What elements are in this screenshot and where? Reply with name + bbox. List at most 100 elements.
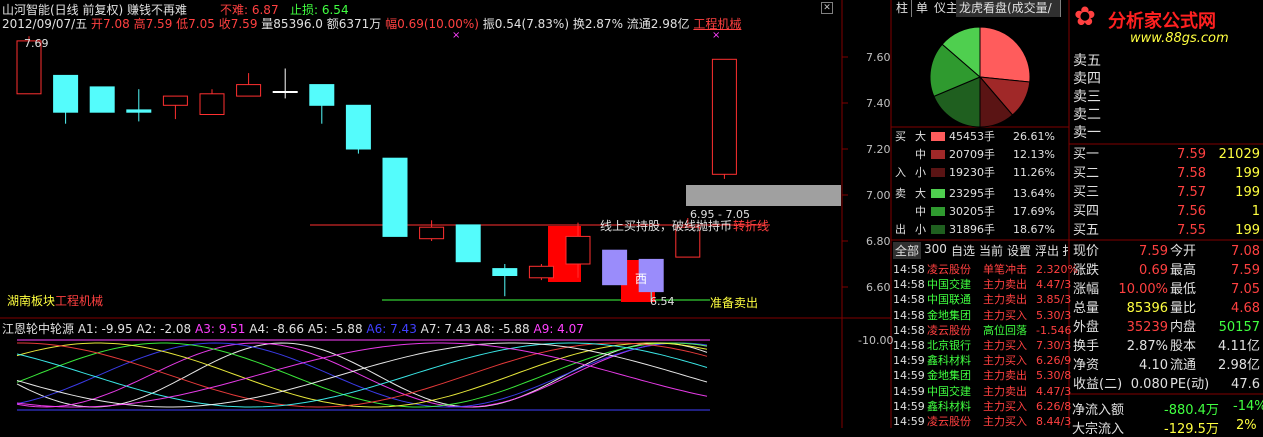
ticker-row[interactable]: 14:59 中国交建 主力卖出 4.47/3 [893, 384, 1072, 400]
ticker-value: 3.85/3 [1036, 293, 1072, 307]
ask-label: 卖五 [1073, 53, 1101, 69]
bid-price: 7.57 [1177, 185, 1206, 200]
ask-label: 卖二 [1073, 107, 1101, 123]
candle-body [53, 74, 79, 113]
quote-float: 流通2.98亿 [626, 17, 690, 31]
ticker-stock-name: 中国交建 [927, 278, 971, 292]
stat-value: 7.08 [1231, 244, 1260, 259]
volume-size: 大 [915, 130, 926, 143]
volume-side: 卖 [895, 187, 906, 200]
bid-row[interactable]: 买三 7.57 199 [1070, 183, 1263, 202]
candle-body [89, 86, 115, 113]
stat-row: 涨跌 0.69 最高 7.59 [1070, 261, 1263, 280]
net-inflow-pct: -14% [1233, 399, 1263, 414]
ticker-action: 主力卖出 [983, 278, 1027, 292]
indicator-a2: A2: -2.08 [136, 322, 192, 336]
ticker-row[interactable]: 14:59 金地集团 主力卖出 5.30/8 [893, 368, 1071, 384]
bid-row[interactable]: 买四 7.56 1 [1070, 202, 1263, 221]
stat-label: 换手 [1073, 339, 1100, 354]
ticker-tab-float[interactable]: 浮出 [1035, 242, 1059, 259]
sector-label: 湖南板块 [7, 294, 56, 308]
ticker-action: 主力卖出 [983, 369, 1027, 383]
sector-value: 工程机械 [55, 294, 104, 308]
ticker-action: 主力买入 [983, 415, 1027, 428]
candle-body [492, 268, 518, 277]
ticker-stock-name: 鑫科材料 [927, 399, 971, 413]
ticker-tab-current[interactable]: 当前 [979, 242, 1003, 259]
ticker-row[interactable]: 14:59 鑫科材料 主力买入 6.26/8 [893, 399, 1071, 415]
stat-value: 7.05 [1231, 282, 1260, 297]
ticker-stock-name: 北京银行 [927, 339, 971, 352]
ticker-time: 14:58 [893, 293, 925, 307]
net-inflow-label: 净流入额 [1072, 403, 1125, 418]
ticker-tab-settings[interactable]: 设置 [1007, 242, 1031, 259]
bid-label: 买一 [1073, 147, 1100, 162]
bid-volume: 199 [1235, 166, 1260, 181]
close-icon[interactable]: ✕ [821, 2, 833, 14]
stat-value: 47.6 [1231, 377, 1260, 392]
ticker-time: 14:58 [893, 323, 925, 337]
volume-side: 出 [895, 223, 906, 236]
candle-body [528, 265, 554, 279]
ticker-time: 14:58 [893, 278, 925, 292]
bid-row[interactable]: 买二 7.58 199 [1070, 164, 1263, 183]
indicator-wave [16, 342, 708, 408]
ticker-action: 主力买入 [983, 308, 1027, 322]
bid-row[interactable]: 买一 7.59 21029 [1070, 145, 1263, 164]
indicator-a6: A6: 7.43 [366, 322, 417, 336]
ticker-row[interactable]: 14:58 金地集团 主力买入 5.30/3 [893, 308, 1071, 324]
ticker-action: 主力买入 [983, 399, 1027, 413]
price-zone-box [686, 185, 841, 206]
volume-size: 大 [915, 187, 926, 200]
candle-body [419, 226, 445, 240]
volume-size: 小 [915, 223, 926, 236]
bid-row[interactable]: 买五 7.55 199 [1070, 221, 1263, 240]
indicator-a7: A7: 7.43 [420, 322, 472, 336]
ticker-tab-all[interactable]: 全部 [893, 242, 922, 259]
sector-block: 湖南板块工程机械 [7, 292, 103, 309]
ticker-tab-watchlist[interactable]: 自选 [951, 242, 975, 259]
ticker-tab-300[interactable]: 300 [924, 242, 947, 256]
ticker-value: -1.546 [1036, 323, 1072, 337]
bid-volume: 199 [1235, 223, 1260, 238]
candle-body [236, 84, 262, 97]
tab-dragon-tiger[interactable]: 龙虎看盘(成交量/ [956, 0, 1061, 17]
tab-bar-chart[interactable]: 柱 [893, 0, 913, 17]
quote-sector[interactable]: 工程机械 [693, 17, 741, 31]
ticker-row[interactable]: 14:58 凌云股份 单笔冲击 2.320% [893, 262, 1078, 278]
stat-row: 外盘 35239 内盘 50157 [1070, 318, 1263, 337]
quote-change: 幅0.69(10.00%) [385, 17, 479, 31]
ticker-row[interactable]: 14:59 凌云股份 主力买入 8.44/3 [893, 414, 1071, 430]
volume-side: 入 [895, 166, 906, 179]
volume-lots: 23295手 [949, 187, 995, 200]
tab-single[interactable]: 单 [913, 0, 933, 17]
bid-label: 买三 [1073, 185, 1100, 200]
ticker-stock-name: 中国联通 [927, 293, 971, 307]
candle-body [272, 91, 298, 93]
ticker-row[interactable]: 14:59 鑫科材料 主力买入 6.26/9 [893, 353, 1071, 369]
bid-volume: 199 [1235, 185, 1260, 200]
stat-label: 外盘 [1073, 320, 1100, 335]
price-tick: 6.80 [866, 235, 891, 248]
indicator-name: 江恩轮中轮源 [2, 322, 75, 336]
quote-close: 收7.59 [218, 17, 258, 31]
stat-label: 最低 [1170, 282, 1197, 297]
volume-lots: 19230手 [949, 166, 995, 179]
large-inflow-pct: 2% [1236, 418, 1257, 433]
volume-row: 入 小 19230手 11.26% [893, 164, 1070, 181]
ticker-row[interactable]: 14:58 中国交建 主力卖出 4.47/3 [893, 277, 1071, 293]
volume-row: 卖 大 23295手 13.64% [893, 185, 1070, 202]
ticker-row[interactable]: 14:58 凌云股份 高位回落 -1.546 [893, 323, 1072, 339]
ticker-value: 4.47/3 [1036, 384, 1072, 398]
indicator-wave [17, 342, 708, 408]
volume-swatch [931, 225, 945, 234]
ticker-time: 14:58 [893, 263, 925, 276]
quote-amplitude: 振0.54(7.83%) [482, 17, 570, 31]
stat-label: 最高 [1170, 263, 1197, 278]
candle-body [565, 235, 591, 265]
ticker-row[interactable]: 14:58 中国联通 主力卖出 3.85/3 [893, 292, 1072, 308]
brand-url: www.88gs.com [1130, 31, 1229, 46]
ticker-row[interactable]: 14:58 北京银行 主力买入 7.30/3 [893, 338, 1071, 354]
bid-volume: 1 [1251, 204, 1260, 219]
quote-line: 2012/09/07/五 开7.08 高7.59 低7.05 收7.59 量85… [2, 15, 741, 32]
